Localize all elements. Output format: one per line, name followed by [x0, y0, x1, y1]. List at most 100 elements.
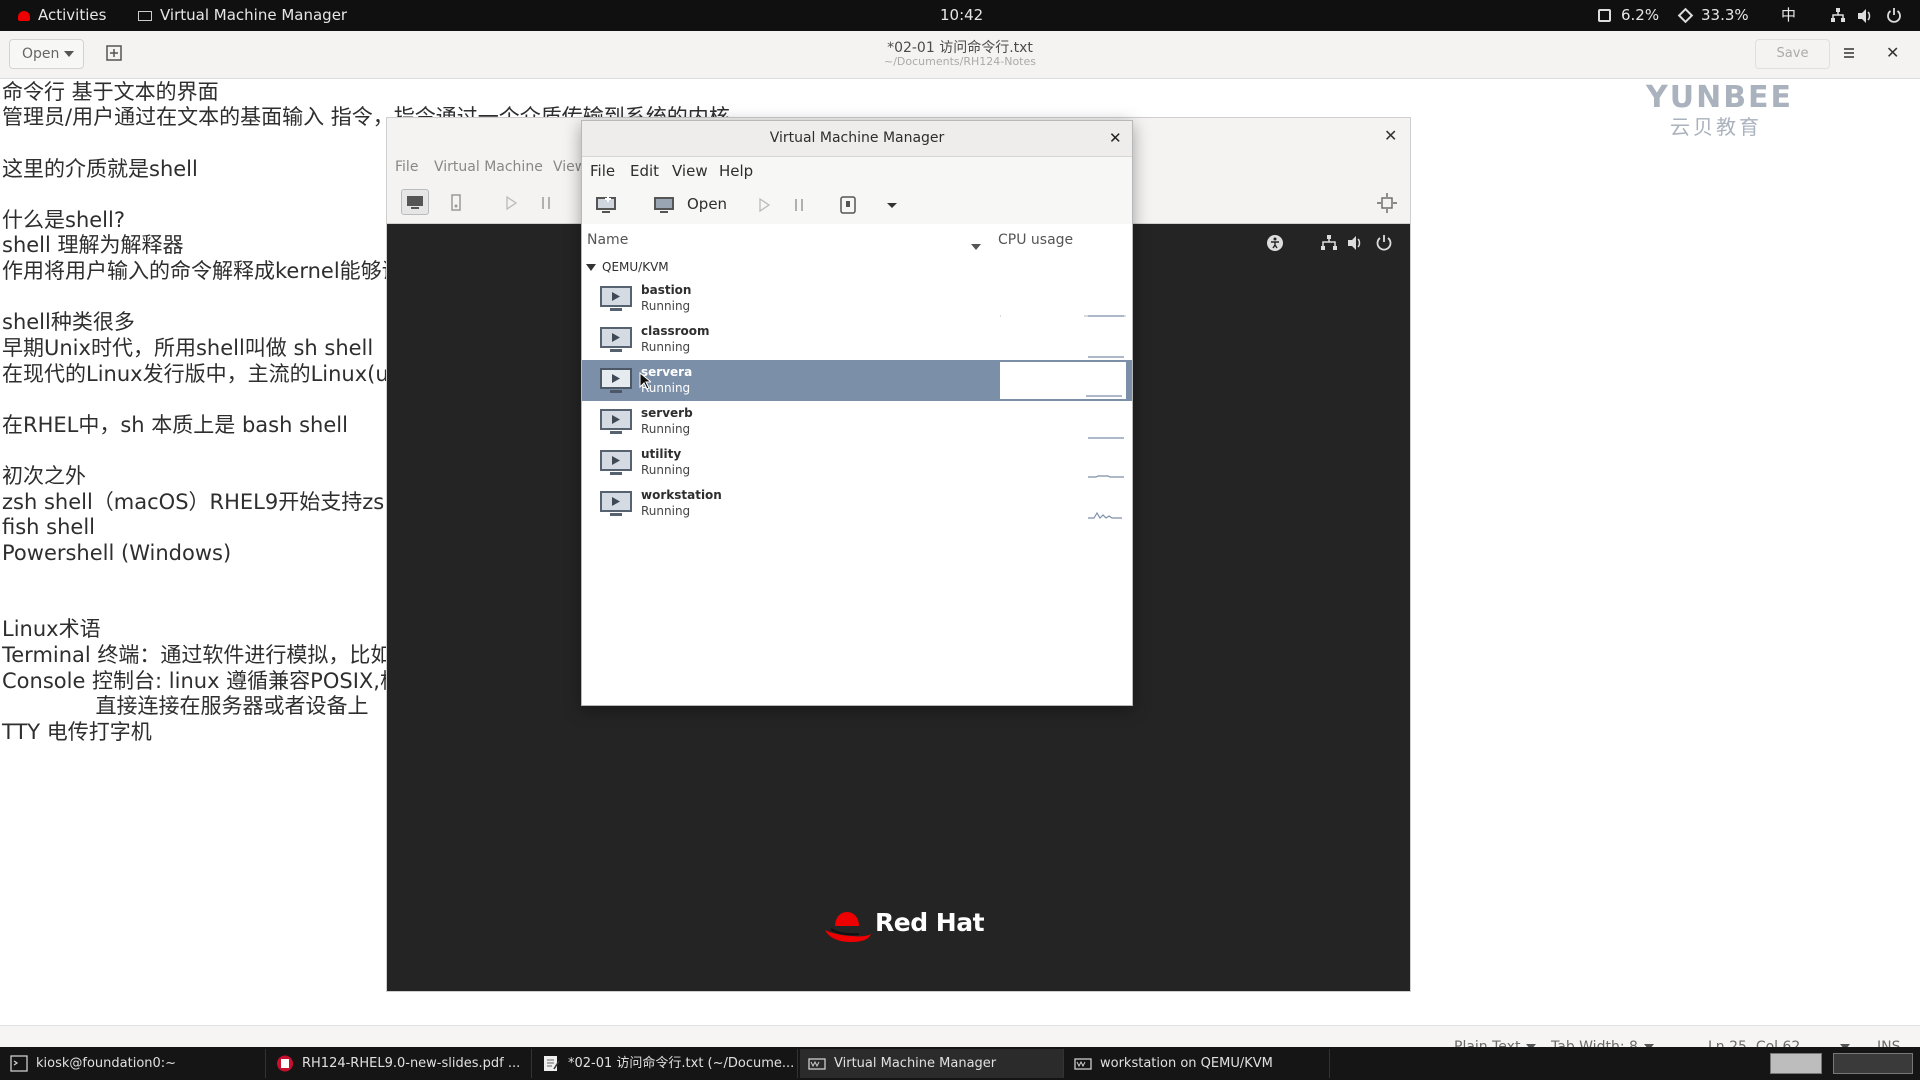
text-line: shell 理解为解释器 — [2, 233, 184, 257]
shutdown-icon[interactable] — [836, 194, 860, 216]
activities-button[interactable]: Activities — [18, 0, 106, 31]
open-console-icon[interactable] — [652, 194, 676, 216]
fullscreen-icon[interactable] — [1376, 192, 1398, 214]
task-label: kiosk@foundation0:~ — [36, 1056, 177, 1071]
details-icon[interactable] — [445, 192, 467, 214]
task-label: Virtual Machine Manager — [834, 1056, 997, 1071]
cpu-usage-sparkline — [1088, 437, 1124, 439]
network-icon[interactable] — [1830, 0, 1846, 31]
text-line: 什么是shell? — [2, 208, 125, 232]
volume-icon[interactable] — [1857, 0, 1873, 31]
close-icon[interactable]: ✕ — [1886, 43, 1902, 63]
task-pdf-viewer[interactable]: RH124-RHEL9.0-new-slides.pdf ... — [268, 1049, 532, 1078]
power-icon — [1375, 234, 1393, 252]
virt-manager-window[interactable]: Virtual Machine Manager ✕ File Edit View… — [581, 120, 1133, 706]
vm-running-icon — [600, 286, 632, 311]
vm-name: workstation — [641, 488, 722, 502]
vm-state: Running — [641, 504, 691, 518]
menu-help[interactable]: Help — [719, 162, 753, 180]
mouse-cursor-icon — [639, 372, 651, 390]
accessibility-icon — [1266, 234, 1284, 252]
logo-text-en: YUNBEE — [1646, 80, 1794, 115]
cpu-usage-sparkline — [1000, 315, 1126, 317]
play-icon[interactable] — [500, 192, 522, 214]
vm-row-servera[interactable]: servera Running — [582, 360, 1132, 401]
open-button[interactable]: Open — [687, 195, 727, 213]
pause-icon[interactable] — [787, 194, 811, 216]
redhat-activities-icon — [18, 10, 30, 21]
column-cpu-header[interactable]: CPU usage — [998, 232, 1073, 248]
expander-arrow-icon[interactable] — [586, 264, 596, 271]
workspace-1[interactable] — [1770, 1053, 1822, 1074]
text-line: shell种类很多 — [2, 310, 135, 334]
run-icon[interactable] — [752, 194, 776, 216]
console-view-icon[interactable] — [401, 189, 429, 215]
task-text-editor[interactable]: *02-01 访问命令行.txt (~/Docume... — [534, 1049, 798, 1078]
cpu-usage-sparkline — [1088, 356, 1124, 358]
power-icon[interactable] — [1886, 0, 1902, 31]
connection-label: QEMU/KVM — [602, 260, 669, 274]
clock[interactable]: 10:42 — [940, 0, 983, 31]
connection-group-qemu[interactable]: QEMU/KVM — [586, 260, 669, 274]
virt-manager-app-icon — [138, 10, 152, 21]
text-line: Terminal 终端：通过软件进行模拟，比如 — [2, 643, 392, 667]
memory-indicator[interactable]: 33.3% — [1677, 0, 1749, 31]
menu-view[interactable]: View — [672, 162, 708, 180]
vm-state: Running — [641, 299, 691, 313]
text-line: Linux术语 — [2, 617, 101, 641]
vm-state: Running — [641, 463, 691, 477]
pdf-icon — [277, 1055, 293, 1072]
close-icon[interactable]: ✕ — [1109, 129, 1122, 147]
vm-row-serverb[interactable]: serverb Running — [582, 401, 1132, 442]
text-line: 初次之外 — [2, 464, 86, 488]
vm-running-icon — [600, 450, 632, 475]
cpu-icon — [1598, 9, 1611, 22]
vm-name: bastion — [641, 283, 692, 297]
memory-icon — [1677, 7, 1694, 24]
menu-file[interactable]: File — [590, 162, 615, 180]
task-virt-manager[interactable]: Virtual Machine Manager — [800, 1049, 1064, 1078]
task-terminal[interactable]: kiosk@foundation0:~ — [2, 1049, 266, 1078]
column-name-header[interactable]: Name — [587, 232, 628, 248]
gedit-headerbar: Open *02-01 访问命令行.txt ~/Documents/RH124-… — [0, 31, 1920, 79]
input-method-indicator[interactable]: 中 — [1781, 0, 1796, 31]
vm-name: utility — [641, 447, 682, 461]
cpu-usage-sparkline — [1088, 475, 1124, 478]
vm-list[interactable]: Name CPU usage QEMU/KVM bastion Running … — [582, 224, 1132, 705]
vm-row-bastion[interactable]: bastion Running — [582, 278, 1132, 319]
menu-virtual-machine[interactable]: Virtual Machine — [434, 159, 543, 175]
task-vm-console[interactable]: workstation on QEMU/KVM — [1066, 1049, 1330, 1078]
network-icon — [1320, 234, 1338, 252]
top-bar: Activities Virtual Machine Manager 10:42… — [0, 0, 1920, 31]
cpu-indicator[interactable]: 6.2% — [1598, 0, 1659, 31]
volume-icon — [1346, 234, 1364, 252]
vm-row-workstation[interactable]: workstation Running — [582, 483, 1132, 524]
menu-file[interactable]: File — [395, 159, 418, 175]
pause-icon[interactable] — [535, 192, 557, 214]
logo-text-cn: 云贝教育 — [1670, 115, 1762, 139]
task-label: workstation on QEMU/KVM — [1100, 1056, 1273, 1071]
vm-running-icon — [600, 368, 632, 393]
new-vm-icon[interactable] — [594, 194, 618, 216]
hamburger-menu-icon[interactable] — [1839, 43, 1859, 63]
task-label: *02-01 访问命令行.txt (~/Docume... — [568, 1056, 795, 1071]
app-menu[interactable]: Virtual Machine Manager — [138, 0, 347, 31]
vm-row-classroom[interactable]: classroom Running — [582, 319, 1132, 360]
redhat-wordmark: Red Hat — [875, 908, 985, 937]
chevron-down-icon[interactable] — [880, 194, 904, 216]
close-icon[interactable]: ✕ — [1384, 126, 1397, 145]
save-button[interactable]: Save — [1755, 39, 1830, 69]
vmm-titlebar[interactable]: Virtual Machine Manager ✕ — [582, 121, 1132, 157]
task-label: RH124-RHEL9.0-new-slides.pdf ... — [302, 1056, 521, 1071]
vm-row-utility[interactable]: utility Running — [582, 442, 1132, 483]
text-line: 在现代的Linux发行版中，主流的Linux(u — [2, 362, 389, 386]
workspace-2[interactable] — [1833, 1053, 1913, 1074]
text-line: 直接连接在服务器或者设备上 — [2, 694, 369, 718]
virt-manager-icon — [1074, 1058, 1092, 1070]
redhat-logo: Red Hat — [823, 904, 1003, 948]
text-line: Console 控制台: linux 遵循兼容POSIX,根 — [2, 669, 401, 693]
cpu-usage-sparkline — [1088, 511, 1122, 519]
app-menu-label: Virtual Machine Manager — [160, 6, 348, 24]
cpu-value: 6.2% — [1621, 6, 1660, 24]
menu-edit[interactable]: Edit — [630, 162, 659, 180]
